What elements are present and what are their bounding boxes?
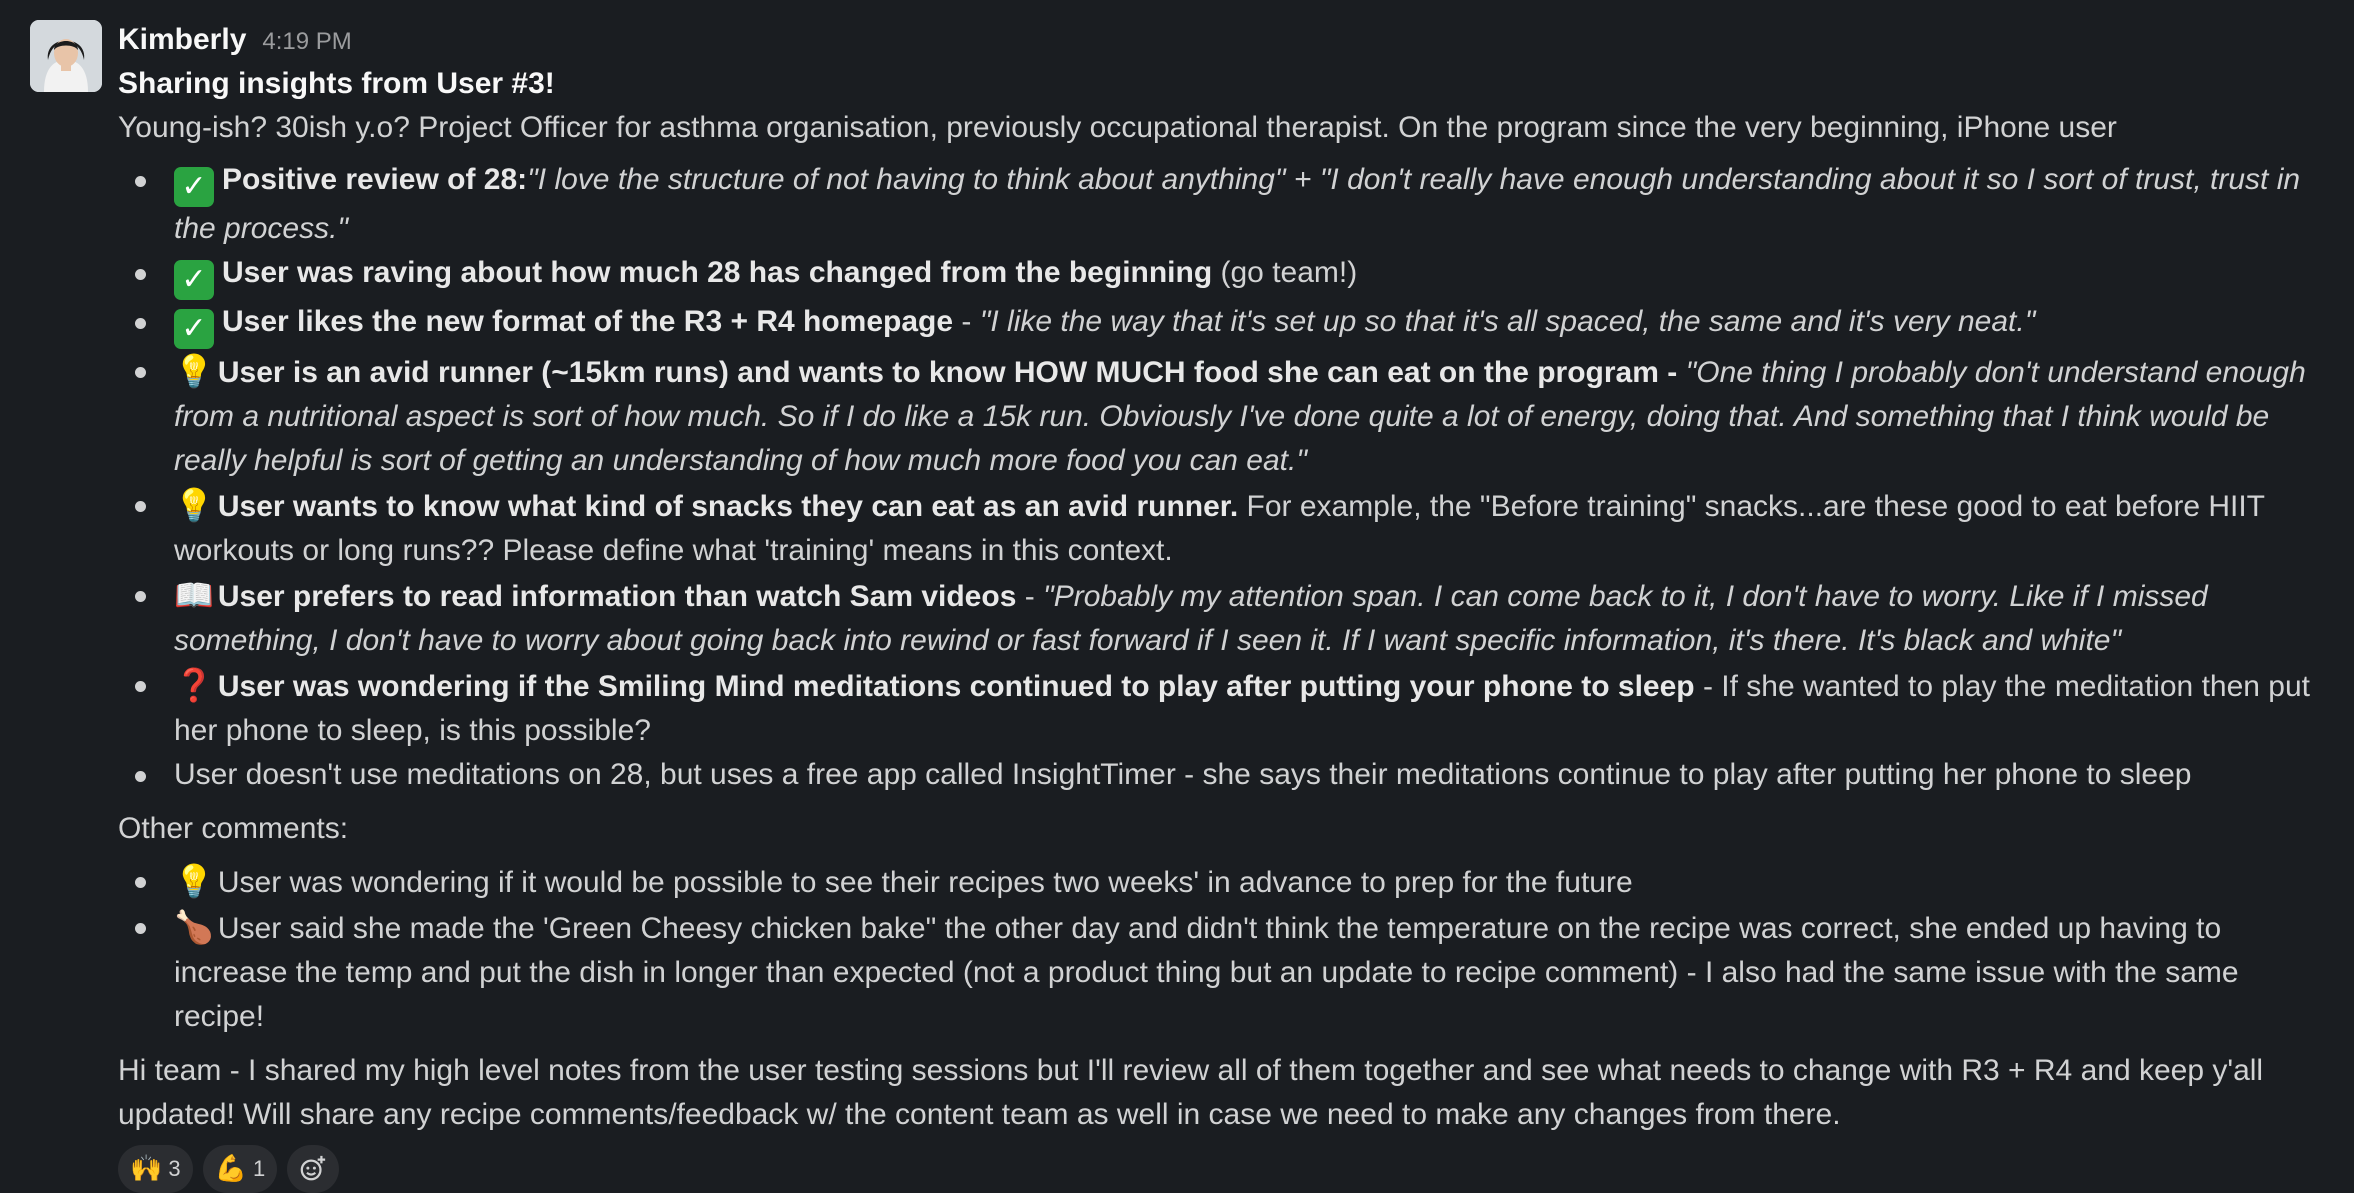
other-comments-list: 💡 User was wondering if it would be possi…	[118, 859, 2334, 1039]
question-mark-icon: ❓	[174, 666, 214, 704]
insight-heading: User likes the new format of the R3 + R4…	[222, 305, 954, 338]
insight-heading: Positive review of 28:	[222, 163, 528, 196]
insight-heading: User was wondering if the Smiling Mind m…	[217, 670, 1695, 703]
timestamp[interactable]: 4:19 PM	[262, 20, 351, 64]
insight-heading: User was raving about how much 28 has ch…	[222, 256, 1213, 289]
insight-heading: User wants to know what kind of snacks t…	[217, 490, 1239, 523]
message-header: Kimberly 4:19 PM	[118, 18, 2334, 62]
book-icon: 📖	[174, 576, 214, 614]
insight-item: 💡 User wants to know what kind of snacks …	[135, 483, 2334, 573]
check-mark-icon: ✓	[174, 309, 214, 349]
message-intro: Young-ish? 30ish y.o? Project Officer fo…	[118, 111, 2117, 144]
insight-item: ✓ User was raving about how much 28 has c…	[135, 251, 2334, 300]
reactions-bar: 🙌 3 💪 1	[118, 1145, 2334, 1193]
reaction-pill[interactable]: 💪 1	[202, 1145, 278, 1193]
comment-text: User said she made the 'Green Cheesy chi…	[174, 912, 2239, 1033]
insight-item: 💡 User is an avid runner (~15km runs) and…	[135, 349, 2334, 483]
reaction-count: 3	[168, 1156, 181, 1181]
insight-item: 📖 User prefers to read information than w…	[135, 573, 2334, 663]
message: Kimberly 4:19 PM Sharing insights from U…	[0, 0, 2354, 1193]
lightbulb-icon: 💡	[174, 862, 214, 900]
closing-paragraph: Hi team - I shared my high level notes f…	[118, 1054, 2264, 1131]
insights-list: ✓ Positive review of 28:"I love the struc…	[118, 158, 2334, 797]
add-reaction-button[interactable]	[287, 1145, 340, 1193]
comment-item: 🍗 User said she made the 'Green Cheesy ch…	[135, 905, 2334, 1039]
raised-hands-icon: 🙌	[130, 1154, 163, 1184]
add-reaction-icon	[300, 1155, 326, 1181]
check-mark-icon: ✓	[174, 260, 214, 300]
insight-quote: "I like the way that it's set up so that…	[979, 305, 2036, 338]
poultry-leg-icon: 🍗	[174, 908, 214, 946]
comment-item: 💡 User was wondering if it would be possi…	[135, 859, 2334, 905]
check-mark-icon: ✓	[174, 167, 214, 207]
lightbulb-icon: 💡	[174, 486, 214, 524]
insight-text: User doesn't use meditations on 28, but …	[174, 758, 2192, 791]
comment-text: User was wondering if it would be possib…	[217, 866, 1633, 899]
reaction-count: 1	[253, 1156, 266, 1181]
lightbulb-icon: 💡	[174, 352, 214, 390]
insight-text: (go team!)	[1212, 256, 1358, 289]
insight-text	[1677, 356, 1685, 389]
reaction-pill[interactable]: 🙌 3	[118, 1145, 193, 1193]
message-title: Sharing insights from User #3!	[118, 67, 555, 100]
insight-item: ✓ User likes the new format of the R3 + R…	[135, 300, 2334, 349]
flexed-biceps-icon: 💪	[214, 1154, 247, 1184]
other-comments-heading: Other comments:	[118, 812, 349, 845]
insight-item: User doesn't use meditations on 28, but …	[135, 753, 2334, 797]
avatar-image	[30, 20, 102, 92]
author-name[interactable]: Kimberly	[118, 18, 246, 62]
avatar[interactable]	[30, 20, 102, 92]
insight-item: ✓ Positive review of 28:"I love the struc…	[135, 158, 2334, 251]
insight-heading: User prefers to read information than wa…	[217, 580, 1017, 613]
insight-heading: User is an avid runner (~15km runs) and …	[217, 356, 1678, 389]
insight-text: -	[1016, 580, 1044, 613]
insight-text: -	[953, 305, 980, 338]
insight-item: ❓ User was wondering if the Smiling Mind …	[135, 663, 2334, 753]
